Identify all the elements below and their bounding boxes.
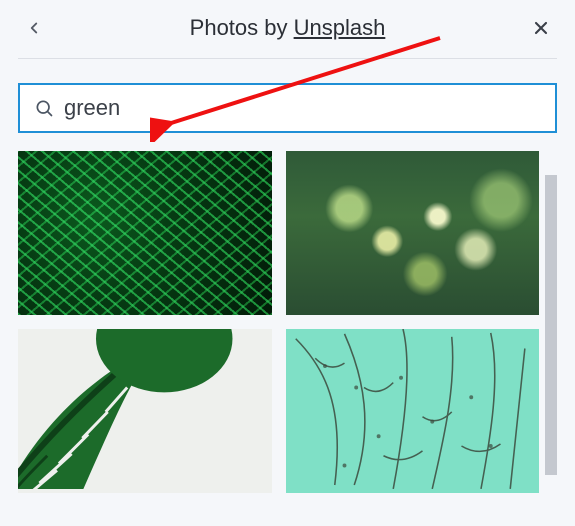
- provider-link[interactable]: Unsplash: [294, 15, 386, 40]
- results-area: [0, 151, 575, 493]
- result-thumb[interactable]: [286, 151, 540, 315]
- search-wrap: [0, 59, 575, 151]
- result-thumb[interactable]: [18, 151, 272, 315]
- results-grid: [18, 151, 539, 493]
- result-thumb[interactable]: [18, 329, 272, 493]
- back-button[interactable]: [20, 14, 48, 42]
- search-input[interactable]: [64, 95, 541, 121]
- search-icon: [34, 98, 54, 118]
- result-thumb[interactable]: [286, 329, 540, 493]
- scrollbar-track[interactable]: [545, 151, 557, 493]
- search-box[interactable]: [18, 83, 557, 133]
- panel-title: Photos by Unsplash: [48, 15, 527, 41]
- panel-header: Photos by Unsplash: [0, 0, 575, 58]
- scrollbar-thumb[interactable]: [545, 175, 557, 475]
- chevron-left-icon: [25, 19, 43, 37]
- title-prefix: Photos by: [190, 15, 294, 40]
- close-icon: [531, 18, 551, 38]
- close-button[interactable]: [527, 14, 555, 42]
